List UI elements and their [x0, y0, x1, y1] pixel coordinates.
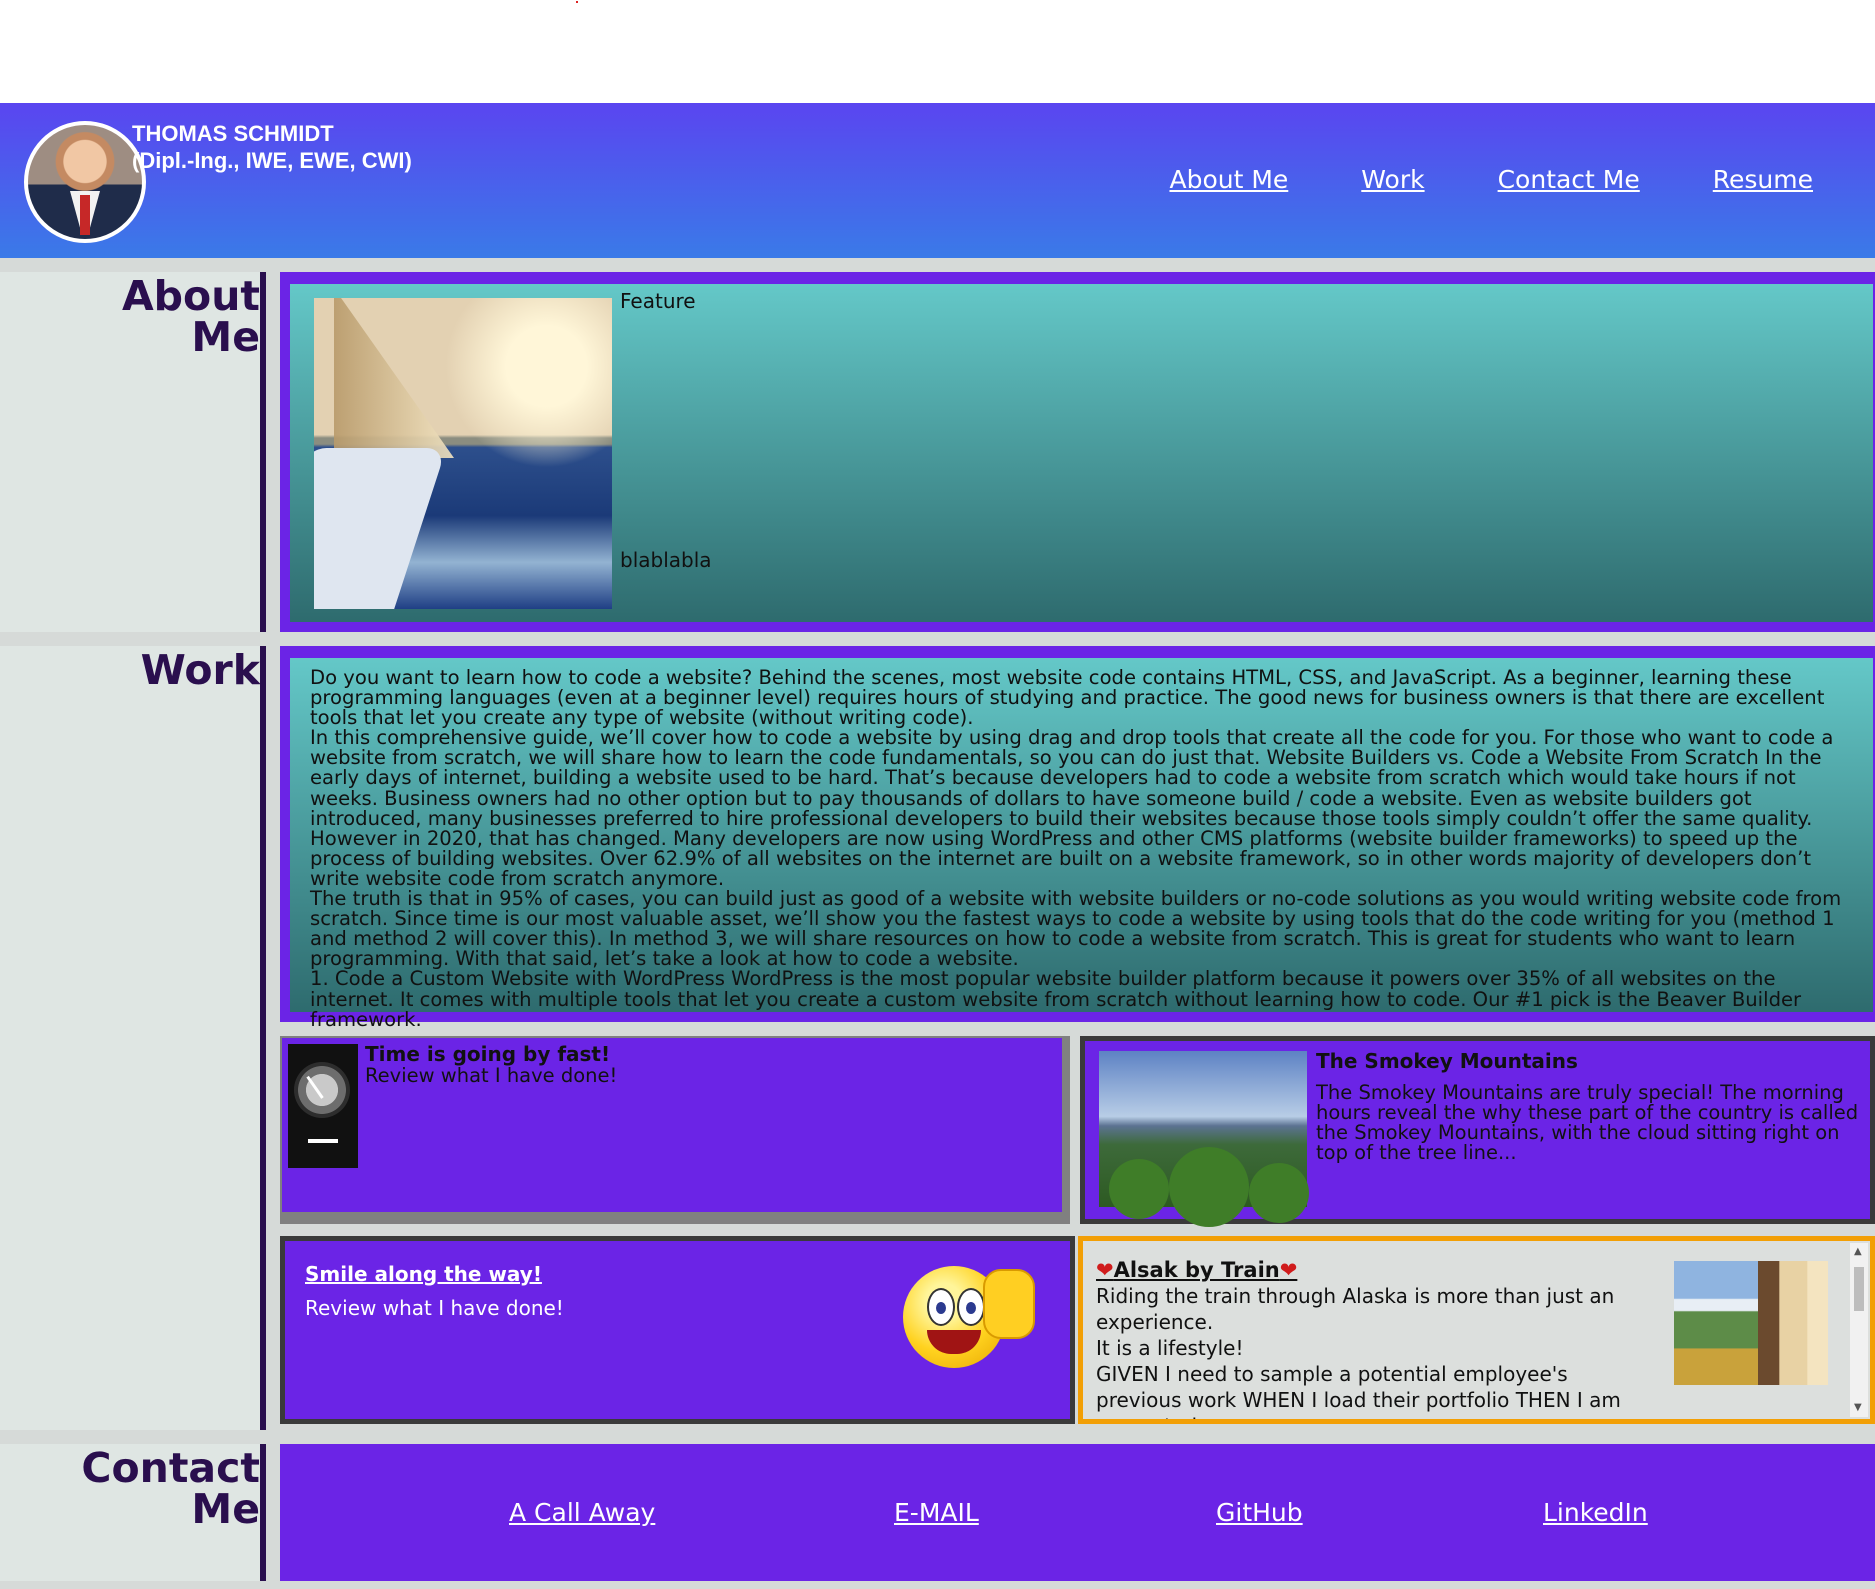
article-frame: Do you want to learn how to code a websi…	[280, 646, 1875, 1029]
linkedin-link[interactable]: LinkedIn	[1543, 1498, 1648, 1527]
alaska-line: Riding the train through Alaska is more …	[1096, 1284, 1615, 1334]
work-title: Work	[140, 646, 260, 694]
nav-work[interactable]: Work	[1361, 165, 1424, 194]
alaska-card-title[interactable]: ❤Alsak by Train❤	[1096, 1257, 1656, 1283]
thumbs-up-icon	[983, 1269, 1035, 1339]
nav-resume[interactable]: Resume	[1713, 165, 1813, 194]
article-paragraph: The truth is that in 95% of cases, you c…	[310, 887, 1842, 971]
email-link[interactable]: E-MAIL	[894, 1498, 979, 1527]
feature-caption: blablabla	[620, 548, 712, 572]
mountain-image	[1099, 1051, 1309, 1227]
article-panel: Do you want to learn how to code a websi…	[290, 658, 1873, 1029]
artifact-dot	[576, 1, 578, 3]
main-nav: About Me Work Contact Me Resume	[1169, 165, 1813, 194]
divider	[0, 632, 1875, 646]
contact-title: Contact Me	[81, 1444, 260, 1533]
heart-icon: ❤	[1279, 1258, 1298, 1282]
contact-side: Contact Me	[0, 1444, 260, 1581]
divider	[0, 1581, 1875, 1589]
about-frame: Feature blablabla	[280, 272, 1875, 632]
card-scrollbar[interactable]: ▲ ▼	[1850, 1243, 1868, 1417]
scroll-down-icon[interactable]: ▼	[1854, 1403, 1862, 1413]
github-link[interactable]: GitHub	[1216, 1498, 1303, 1527]
smile-card[interactable]: Smile along the way! Review what I have …	[280, 1236, 1075, 1424]
feature-label: Feature	[620, 289, 696, 313]
call-link[interactable]: A Call Away	[509, 1498, 655, 1527]
about-title: About Me	[121, 272, 260, 361]
smile-card-text: Review what I have done!	[305, 1296, 564, 1320]
sailboat-image	[314, 298, 612, 609]
alaska-card[interactable]: ❤Alsak by Train❤ Riding the train throug…	[1078, 1236, 1875, 1424]
contact-links: A Call Away E-MAIL GitHub LinkedIn	[280, 1444, 1875, 1581]
time-card[interactable]: Time is going by fast! Review what I hav…	[280, 1036, 1070, 1224]
scroll-thumb[interactable]	[1854, 1267, 1864, 1311]
alaska-train-image	[1674, 1261, 1828, 1385]
work-side: Work	[0, 646, 260, 1430]
article-paragraph: 1. Code a Custom Website with WordPress …	[310, 967, 1802, 1031]
contact-bar: A Call Away E-MAIL GitHub LinkedIn	[280, 1444, 1875, 1581]
article-paragraph: In this comprehensive guide, we’ll cover…	[310, 726, 1834, 890]
smokey-card-title: The Smokey Mountains	[1316, 1049, 1578, 1073]
smokey-card-text: The Smokey Mountains are truly special! …	[1316, 1081, 1859, 1164]
article-text: Do you want to learn how to code a websi…	[310, 666, 1855, 1031]
nav-contact-me[interactable]: Contact Me	[1498, 165, 1640, 194]
smokey-card[interactable]: The Smokey Mountains The Smokey Mountain…	[1080, 1036, 1875, 1227]
alaska-line: GIVEN I need to sample a potential emplo…	[1096, 1362, 1621, 1419]
feature-panel: Feature blablabla	[290, 284, 1873, 622]
smile-card-title[interactable]: Smile along the way!	[305, 1262, 542, 1286]
nav-about-me[interactable]: About Me	[1169, 165, 1288, 194]
alaska-line: It is a lifestyle!	[1096, 1336, 1244, 1360]
article-paragraph: Do you want to learn how to code a websi…	[310, 666, 1825, 730]
scroll-up-icon[interactable]: ▲	[1854, 1247, 1862, 1257]
about-side: About Me	[0, 272, 260, 632]
site-header: THOMAS SCHMIDT (Dipl.-Ing., IWE, EWE, CW…	[0, 103, 1875, 258]
heart-icon: ❤	[1096, 1258, 1114, 1282]
name-block: THOMAS SCHMIDT (Dipl.-Ing., IWE, EWE, CW…	[132, 120, 412, 174]
credentials-line: (Dipl.-Ing., IWE, EWE, CWI)	[132, 148, 412, 173]
profile-avatar	[24, 121, 146, 243]
divider	[0, 258, 1875, 272]
clock-image	[288, 1044, 358, 1168]
time-card-text: Review what I have done!	[365, 1064, 618, 1087]
divider	[0, 1430, 1875, 1444]
time-card-title: Time is going by fast!	[365, 1042, 611, 1066]
name-line: THOMAS SCHMIDT	[132, 121, 334, 146]
